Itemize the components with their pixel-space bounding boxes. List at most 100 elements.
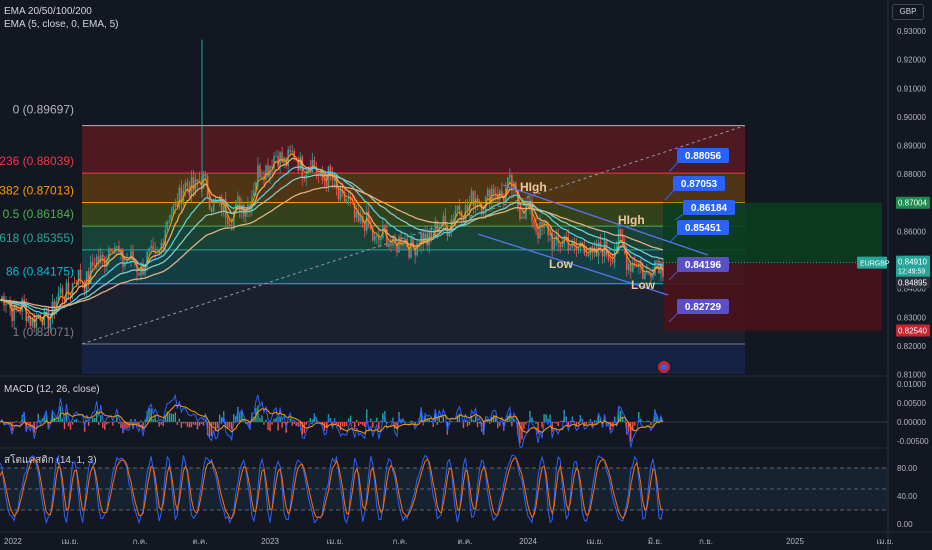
macd-histogram-bar bbox=[559, 421, 561, 422]
macd-histogram-bar bbox=[140, 420, 142, 422]
candle-body bbox=[553, 240, 555, 250]
macd-histogram-bar bbox=[73, 419, 76, 422]
fib-level-label: 1 (0.82071) bbox=[13, 325, 74, 339]
macd-histogram-bar bbox=[198, 422, 201, 426]
candle-body bbox=[257, 165, 259, 183]
fib-level-label: 0 (0.89697) bbox=[13, 103, 74, 117]
macd-histogram-bar bbox=[170, 413, 172, 422]
ema5-indicator-label[interactable]: EMA (5, close, 0, EMA, 5) bbox=[4, 19, 118, 30]
candle-body bbox=[186, 182, 189, 186]
time-tick-label: ต.ค. bbox=[458, 537, 473, 546]
candle-body bbox=[311, 159, 314, 173]
fib-level-label: 618 (0.85355) bbox=[0, 231, 74, 245]
last-price-tag: 0.84910 bbox=[898, 258, 927, 267]
time-tick-label: 2023 bbox=[261, 537, 279, 546]
macd-line bbox=[0, 393, 664, 448]
macd-histogram-bar bbox=[412, 421, 414, 422]
macd-histogram-bar bbox=[339, 422, 342, 431]
macd-histogram-bar bbox=[650, 422, 652, 426]
macd-histogram-bar bbox=[231, 422, 233, 430]
macd-histogram-bar bbox=[265, 419, 267, 422]
macd-histogram-bar bbox=[196, 422, 199, 430]
macd-histogram-bar bbox=[261, 415, 263, 422]
fib-level-label: 0.5 (0.86184) bbox=[3, 207, 74, 221]
candle-body bbox=[73, 283, 76, 285]
macd-histogram-bar bbox=[63, 422, 66, 430]
macd-histogram-bar bbox=[116, 416, 118, 422]
macd-histogram-bar bbox=[273, 418, 275, 422]
macd-pane[interactable]: MACD (12, 26, close) bbox=[0, 384, 888, 448]
candle-body bbox=[430, 231, 433, 237]
candle-body bbox=[289, 149, 291, 152]
candle-body bbox=[519, 207, 521, 219]
macd-histogram-bar bbox=[233, 413, 235, 422]
candle-body bbox=[291, 150, 294, 152]
macd-histogram-bar bbox=[648, 420, 650, 422]
macd-histogram-bar bbox=[347, 418, 350, 422]
macd-histogram-bar bbox=[267, 422, 269, 430]
time-tick-label: เม.ย. bbox=[61, 537, 78, 546]
candle-body bbox=[91, 262, 94, 266]
candle-body bbox=[166, 221, 169, 230]
macd-histogram-bar bbox=[468, 422, 471, 425]
candle-body bbox=[509, 174, 511, 178]
macd-histogram-bar bbox=[472, 420, 475, 422]
macd-histogram-bar bbox=[112, 422, 114, 426]
price-tick-label: 0.83000 bbox=[897, 313, 926, 322]
macd-histogram-bar bbox=[29, 422, 31, 428]
macd-histogram-bar bbox=[390, 421, 392, 422]
macd-histogram-bar bbox=[210, 422, 213, 437]
macd-histogram-bar bbox=[150, 408, 152, 422]
candle-body bbox=[196, 179, 199, 182]
time-tick-label: เม.ย. bbox=[876, 537, 893, 546]
macd-histogram-bar bbox=[98, 422, 100, 425]
candle-body bbox=[571, 242, 574, 249]
candle-body bbox=[212, 201, 215, 212]
macd-histogram-bar bbox=[293, 422, 295, 424]
macd-histogram-bar bbox=[408, 422, 410, 423]
stochastic-tick-label: 80.00 bbox=[897, 464, 918, 473]
macd-histogram-bar bbox=[621, 417, 624, 422]
macd-histogram-bar bbox=[218, 414, 221, 422]
price-tick-label: 0.89000 bbox=[897, 142, 926, 151]
macd-histogram-bar bbox=[533, 420, 535, 422]
macd-histogram-bar bbox=[436, 422, 438, 425]
macd-histogram-bar bbox=[289, 418, 291, 422]
candle-body bbox=[61, 288, 64, 298]
time-tick-label: ก.ค. bbox=[393, 537, 408, 546]
macd-histogram-bar bbox=[65, 413, 68, 422]
macd-histogram-bar bbox=[77, 421, 80, 422]
candle-body bbox=[116, 246, 118, 248]
macd-histogram-bar bbox=[277, 422, 279, 431]
candle-body bbox=[492, 188, 495, 194]
macd-histogram-bar bbox=[61, 418, 64, 422]
macd-histogram-bar bbox=[364, 422, 366, 427]
macd-histogram-bar bbox=[513, 418, 515, 422]
macd-histogram-bar bbox=[358, 422, 360, 427]
macd-histogram-bar bbox=[430, 420, 432, 422]
macd-histogram-bar bbox=[100, 415, 102, 422]
candle-body bbox=[533, 220, 535, 226]
candle-body bbox=[303, 177, 306, 179]
macd-tick-label: 0.01000 bbox=[897, 380, 926, 389]
macd-histogram-bar bbox=[309, 418, 312, 422]
macd-tick-label: 0.00500 bbox=[897, 399, 926, 408]
ema-indicator-label[interactable]: EMA 20/50/100/200 bbox=[4, 6, 92, 17]
trading-chart[interactable]: 0.88056 0.87053 0.86184 0.85451 0.84196 0.827… bbox=[0, 0, 932, 550]
candle-body bbox=[367, 211, 370, 226]
macd-histogram-bar bbox=[114, 421, 116, 422]
chart-annotation: HIgh bbox=[520, 180, 547, 194]
macd-histogram-bar bbox=[380, 420, 382, 422]
stochastic-pane[interactable]: สโตแคสติก (14, 1, 3) bbox=[0, 453, 888, 525]
macd-histogram-bar bbox=[634, 422, 636, 426]
time-tick-label: 2022 bbox=[4, 537, 22, 546]
macd-histogram-bar bbox=[569, 420, 572, 422]
macd-histogram-bar bbox=[495, 416, 497, 422]
macd-histogram-bar bbox=[464, 419, 467, 422]
candle-body bbox=[101, 254, 104, 258]
macd-histogram-bar bbox=[372, 422, 374, 428]
fib-level-label: 86 (0.84175) bbox=[6, 265, 74, 279]
candle-body bbox=[226, 217, 229, 225]
candle-body bbox=[152, 245, 154, 250]
currency-button[interactable]: GBP bbox=[892, 4, 924, 20]
